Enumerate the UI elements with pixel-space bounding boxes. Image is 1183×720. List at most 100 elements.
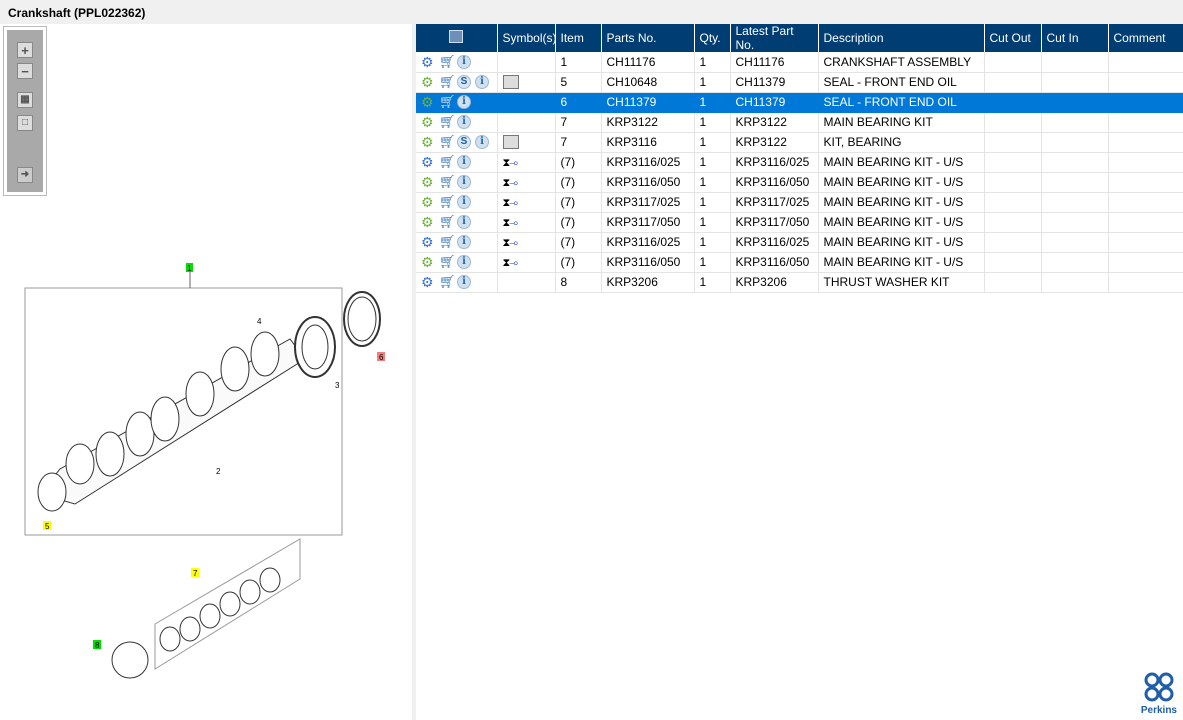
info-icon[interactable]: i — [475, 75, 489, 90]
cell-comment — [1108, 52, 1183, 73]
symbol-cell: ⧗⊸ — [497, 152, 556, 173]
cell-part: KRP3117/025 — [601, 192, 695, 213]
column-header[interactable]: Latest Part No. — [730, 24, 819, 52]
multi-gear-icon[interactable]: ⚙ — [421, 155, 435, 169]
column-header[interactable]: Symbol(s) — [497, 24, 557, 52]
callout-4[interactable]: 4 — [257, 317, 262, 326]
info-icon[interactable]: i — [457, 55, 471, 70]
cart-icon[interactable]: 🛒︎ — [439, 235, 456, 249]
gear-icon[interactable]: ⚙ — [421, 135, 435, 149]
table-row[interactable]: ⚙ 🛒︎ i ⧗⊸ (7) KRP3116/050 1 KRP3116/050 MAIN BEA… — [416, 252, 1183, 273]
cart-icon[interactable]: 🛒︎ — [439, 115, 456, 129]
symbol-cell: ⧗⊸ — [497, 172, 556, 193]
callout-6[interactable]: 6 — [379, 353, 384, 362]
info-icon[interactable]: i — [457, 235, 471, 250]
table-row[interactable]: ⚙ 🛒︎ i ⧗⊸ (7) KRP3117/050 1 KRP3117/050 MAIN BEA… — [416, 212, 1183, 233]
cell-part: CH10648 — [601, 72, 695, 93]
callout-8[interactable]: 8 — [95, 641, 100, 650]
cell-comment — [1108, 112, 1183, 133]
table-row[interactable]: ⚙ 🛒︎ i 1 CH11176 1 CH11176 CRANKSHAFT ASSEMBLY — [416, 52, 1183, 73]
cart-icon[interactable]: 🛒︎ — [439, 255, 456, 269]
info-icon[interactable]: i — [457, 275, 471, 290]
callout-5[interactable]: 5 — [45, 522, 50, 531]
gear-icon[interactable]: ⚙ — [421, 115, 435, 129]
table-row[interactable]: ⚙ 🛒︎ i ⧗⊸ (7) KRP3116/025 1 KRP3116/025 MAIN BEA… — [416, 152, 1183, 173]
column-header[interactable]: Qty. — [694, 24, 731, 52]
gear-icon[interactable]: ⚙ — [421, 255, 435, 269]
cell-cut-in — [1041, 132, 1109, 153]
column-header[interactable]: Cut In — [1041, 24, 1109, 52]
gear-icon[interactable]: ⚙ — [421, 215, 435, 229]
column-header[interactable]: Parts No. — [601, 24, 695, 52]
cell-qty: 1 — [694, 192, 731, 213]
cart-icon[interactable]: 🛒︎ — [439, 195, 456, 209]
cart-icon[interactable]: 🛒︎ — [439, 55, 456, 69]
column-header[interactable]: Cut Out — [984, 24, 1042, 52]
cart-icon[interactable]: 🛒︎ — [439, 95, 456, 109]
cart-icon[interactable]: 🛒︎ — [439, 75, 456, 89]
cart-icon[interactable]: 🛒︎ — [439, 175, 456, 189]
cart-icon[interactable]: 🛒︎ — [439, 275, 456, 289]
row-actions: ⚙ 🛒︎ i — [416, 152, 498, 173]
multi-gear-icon[interactable]: ⚙ — [421, 235, 435, 249]
cart-icon[interactable]: 🛒︎ — [439, 215, 456, 229]
supersession-icon[interactable]: S — [457, 75, 471, 90]
symbol-cell: ⧗⊸ — [497, 232, 556, 253]
info-icon[interactable]: i — [457, 175, 471, 190]
cell-part: KRP3122 — [601, 112, 695, 133]
cell-item: (7) — [555, 252, 602, 273]
callout-3[interactable]: 3 — [335, 381, 340, 390]
info-icon[interactable]: i — [457, 95, 471, 110]
cell-latest: KRP3116/050 — [730, 172, 819, 193]
row-actions: ⚙ 🛒︎ i — [416, 92, 498, 113]
table-row[interactable]: ⚙ 🛒︎ i ⧗⊸ (7) KRP3116/050 1 KRP3116/050 MAIN BEA… — [416, 172, 1183, 193]
table-row[interactable]: ⚙ 🛒︎ i ⧗⊸ (7) KRP3117/025 1 KRP3117/025 MAIN BEA… — [416, 192, 1183, 213]
column-header[interactable]: Comment — [1108, 24, 1183, 52]
cell-cut-out — [984, 92, 1042, 113]
column-header[interactable]: Description — [818, 24, 985, 52]
gear-icon[interactable]: ⚙ — [421, 175, 435, 189]
export-list-icon[interactable]: ➜ — [17, 167, 33, 183]
info-icon[interactable]: i — [457, 215, 471, 230]
multi-gear-icon[interactable]: ⚙ — [421, 55, 435, 69]
cart-icon[interactable]: 🛒︎ — [439, 135, 456, 149]
column-header-actions[interactable] — [416, 24, 498, 52]
cell-part: KRP3116/050 — [601, 172, 695, 193]
book-search-icon[interactable] — [502, 75, 519, 90]
info-icon[interactable]: i — [457, 155, 471, 170]
callout-2[interactable]: 2 — [216, 467, 221, 476]
zoom-out-button[interactable]: − — [17, 63, 33, 79]
cell-part: KRP3206 — [601, 272, 695, 293]
find-icon[interactable] — [449, 30, 464, 43]
cell-latest: KRP3122 — [730, 132, 819, 153]
table-row[interactable]: ⚙ 🛒︎ i 6 CH11379 1 CH11379 SEAL - FRONT END OIL — [416, 92, 1183, 113]
row-actions: ⚙ 🛒︎ Si — [416, 132, 498, 153]
column-header[interactable]: Item — [555, 24, 602, 52]
table-row[interactable]: ⚙ 🛒︎ i ⧗⊸ (7) KRP3116/025 1 KRP3116/025 MAIN BEA… — [416, 232, 1183, 253]
cart-icon[interactable]: 🛒︎ — [439, 155, 456, 169]
info-icon[interactable]: i — [457, 115, 471, 130]
book-search-icon[interactable] — [502, 135, 519, 150]
table-row[interactable]: ⚙ 🛒︎ Si 7 KRP3116 1 KRP3122 KIT, BEARING — [416, 132, 1183, 153]
table-row[interactable]: ⚙ 🛒︎ i 7 KRP3122 1 KRP3122 MAIN BEARING KIT — [416, 112, 1183, 133]
info-icon[interactable]: i — [457, 195, 471, 210]
gear-icon[interactable]: ⚙ — [421, 95, 435, 109]
table-row[interactable]: ⚙ 🛒︎ i 8 KRP3206 1 KRP3206 THRUST WASHER KIT — [416, 272, 1183, 293]
cell-cut-out — [984, 192, 1042, 213]
fit-window-icon[interactable]: □ — [17, 115, 33, 131]
supersession-icon[interactable]: S — [457, 135, 471, 150]
cell-cut-out — [984, 232, 1042, 253]
info-icon[interactable]: i — [475, 135, 489, 150]
multi-gear-icon[interactable]: ⚙ — [421, 275, 435, 289]
row-actions: ⚙ 🛒︎ i — [416, 112, 498, 133]
cell-comment — [1108, 92, 1183, 113]
callout-1[interactable]: 1 — [187, 264, 192, 273]
table-row[interactable]: ⚙ 🛒︎ Si 5 CH10648 1 CH11379 SEAL - FRONT END OI… — [416, 72, 1183, 93]
cell-part: CH11176 — [601, 52, 695, 73]
info-icon[interactable]: i — [457, 255, 471, 270]
callout-7[interactable]: 7 — [193, 569, 198, 578]
gear-icon[interactable]: ⚙ — [421, 195, 435, 209]
zoom-in-button[interactable]: + — [17, 42, 33, 58]
gear-icon[interactable]: ⚙ — [421, 75, 435, 89]
fit-all-icon[interactable]: ▦ — [17, 92, 33, 108]
